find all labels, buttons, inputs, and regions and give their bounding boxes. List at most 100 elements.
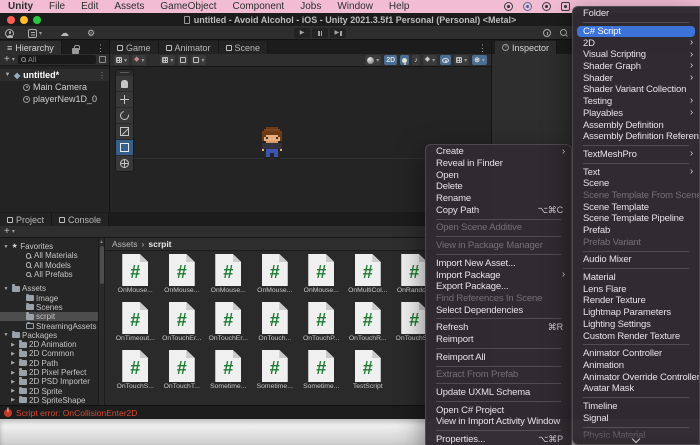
project-folder-scenes[interactable]: Scenes [0, 302, 98, 312]
context-menu-view-in-package-manager[interactable]: View in Package Manager › [426, 240, 571, 252]
lock-icon[interactable] [72, 45, 80, 54]
create-menu-scene[interactable]: Scene › [573, 178, 699, 190]
create-menu-shader-variant-collection[interactable]: Shader Variant Collection › [573, 84, 699, 96]
visibility-toggle[interactable] [440, 55, 452, 65]
context-menu-view-in-import-activity-window[interactable]: View in Import Activity Window › [426, 416, 571, 428]
project-folder-scrpit[interactable]: scrpit [0, 312, 98, 322]
record-icon[interactable] [542, 2, 551, 11]
asset-sometime[interactable]: # Sometime... [252, 350, 299, 398]
create-menu-playables[interactable]: Playables › [573, 107, 699, 120]
tab-animator[interactable]: Animator [158, 41, 219, 54]
settings-gear-icon[interactable]: ⚙ [87, 26, 95, 40]
project-folder-all-materials[interactable]: All Materials [0, 251, 98, 260]
create-menu-2d[interactable]: 2D › [573, 37, 699, 49]
context-menu-delete[interactable]: Delete › [426, 181, 571, 193]
console-error-message[interactable]: Script error: OnCollisionEnter2D [16, 408, 137, 418]
player-sprite[interactable] [258, 125, 286, 159]
scene-tool-dropdown[interactable]: ▾ [191, 55, 207, 65]
breadcrumb-root[interactable]: Assets [112, 239, 138, 249]
project-folder-2d-common[interactable]: 2D Common [0, 349, 98, 358]
create-menu-text[interactable]: Text › [573, 166, 699, 178]
create-menu-audio-mixer[interactable]: Audio Mixer › [573, 254, 699, 266]
create-menu-scene-template-pipeline[interactable]: Scene Template Pipeline › [573, 213, 699, 225]
scene-tool-dropdown[interactable]: ▾ [160, 55, 176, 65]
asset-testscript[interactable]: # TestScript [345, 350, 392, 398]
create-menu-lightmap-parameters[interactable]: Lightmap Parameters › [573, 307, 699, 319]
create-menu-prefab-variant[interactable]: Prefab Variant › [573, 236, 699, 248]
effects-dropdown[interactable]: ◆ ▾ [422, 55, 438, 65]
rect-tool[interactable] [116, 139, 133, 155]
project-folder-all-models[interactable]: All Models [0, 261, 98, 270]
asset-ontoucher[interactable]: # OnTouchEr... [159, 302, 206, 350]
create-menu-assembly-definition-reference[interactable]: Assembly Definition Reference › [573, 131, 699, 143]
context-menu-export-package[interactable]: Export Package... › [426, 281, 571, 293]
menubar-item-unity[interactable]: Unity [8, 1, 33, 12]
context-menu-create[interactable]: Create › [426, 146, 571, 158]
grid-icon[interactable] [561, 2, 570, 11]
project-folder-2d-spriteshape[interactable]: 2D SpriteShape [0, 395, 98, 405]
context-menu-refresh[interactable]: Refresh ⌘R › [426, 322, 571, 334]
chevron-down-icon[interactable]: ▾ [12, 56, 15, 63]
expander-icon[interactable] [4, 72, 11, 78]
create-menu-avatar-mask[interactable]: Avatar Mask › [573, 383, 699, 395]
expander-icon[interactable] [10, 342, 16, 348]
tab-scene[interactable]: Scene [218, 41, 269, 54]
asset-onmouse[interactable]: # OnMouse... [205, 254, 252, 302]
menubar-item-gameobject[interactable]: GameObject [160, 1, 216, 12]
rotate-tool[interactable] [116, 107, 133, 123]
asset-ontoucher[interactable]: # OnTouchEr... [205, 302, 252, 350]
menubar-item-file[interactable]: File [49, 1, 65, 12]
hierarchy-item-main-camera[interactable]: Main Camera ⋮ [0, 81, 109, 93]
menubar-item-assets[interactable]: Assets [114, 1, 144, 12]
lighting-toggle[interactable] [400, 55, 410, 65]
2d-toggle[interactable]: 2D [384, 55, 398, 65]
create-menu-custom-render-texture[interactable]: Custom Render Texture › [573, 330, 699, 342]
tab-inspector[interactable]: Inspector [495, 41, 558, 54]
create-menu-textmeshpro[interactable]: TextMeshPro › [573, 148, 699, 161]
create-menu-c#-script[interactable]: C# Script › [577, 25, 695, 38]
menubar-item-help[interactable]: Help [389, 1, 410, 12]
context-menu-copy-path[interactable]: Copy Path ⌥⌘C › [426, 204, 571, 216]
grid-dropdown[interactable]: ▾ [454, 55, 470, 65]
context-menu-reimport[interactable]: Reimport › [426, 334, 571, 346]
project-folder-2d-psd-importer[interactable]: 2D PSD Importer [0, 377, 98, 386]
context-menu-open-scene-additive[interactable]: Open Scene Additive › [426, 222, 571, 234]
expander-icon[interactable] [10, 379, 16, 385]
gizmos-dropdown[interactable]: ⊕ ▾ [472, 55, 487, 65]
panel-menu-icon[interactable]: ⋮ [474, 43, 491, 54]
hierarchy-search-input[interactable]: All [17, 55, 96, 64]
hierarchy-item-untitled[interactable]: untitled* ⋮ [0, 69, 109, 81]
transform-tool[interactable] [116, 155, 133, 171]
context-menu-import-package[interactable]: Import Package › [426, 269, 571, 281]
asset-onmulticol[interactable]: # OnMultiCol... [345, 254, 392, 302]
create-menu-testing[interactable]: Testing › [573, 95, 699, 108]
hand-tool[interactable] [116, 75, 133, 91]
step-button[interactable]: ▶ [330, 28, 346, 38]
menubar-item-component[interactable]: Component [233, 1, 285, 12]
project-folder-packages[interactable]: Packages [0, 330, 98, 340]
picker-icon[interactable] [99, 56, 106, 63]
asset-onmouse[interactable]: # OnMouse... [298, 254, 345, 302]
expander-icon[interactable] [10, 388, 16, 394]
tab-hierarchy[interactable]: ≡ Hierarchy [0, 41, 62, 54]
asset-sometime[interactable]: # Sometime... [205, 350, 252, 398]
asset-onmouse[interactable]: # OnMouse... [112, 254, 159, 302]
expander-icon[interactable] [3, 332, 9, 338]
panel-menu-icon[interactable]: ⋮ [92, 43, 109, 54]
project-folder-assets[interactable]: Assets [0, 284, 98, 293]
expander-icon[interactable] [10, 397, 16, 403]
context-menu-find-references-in-scene[interactable]: Find References In Scene › [426, 293, 571, 305]
project-folder-all-prefabs[interactable]: All Prefabs [0, 270, 98, 279]
context-menu-reveal-in-finder[interactable]: Reveal in Finder › [426, 158, 571, 170]
create-menu-material[interactable]: Material › [573, 272, 699, 284]
context-menu-open[interactable]: Open › [426, 169, 571, 181]
create-menu-folder[interactable]: Folder › [573, 8, 699, 20]
create-menu-animator-controller[interactable]: Animator Controller › [573, 348, 699, 360]
create-asset-button[interactable]: + [0, 226, 10, 237]
create-menu-animation[interactable]: Animation › [573, 360, 699, 372]
layers-badge-icon[interactable] [28, 28, 37, 38]
create-menu-scene-template-from-scene[interactable]: Scene Template From Scene › [573, 190, 699, 202]
context-menu-open-c#-project[interactable]: Open C# Project › [426, 404, 571, 416]
create-menu-shader[interactable]: Shader › [573, 72, 699, 84]
context-menu-properties[interactable]: Properties... ⌥⌘P › [426, 434, 571, 445]
